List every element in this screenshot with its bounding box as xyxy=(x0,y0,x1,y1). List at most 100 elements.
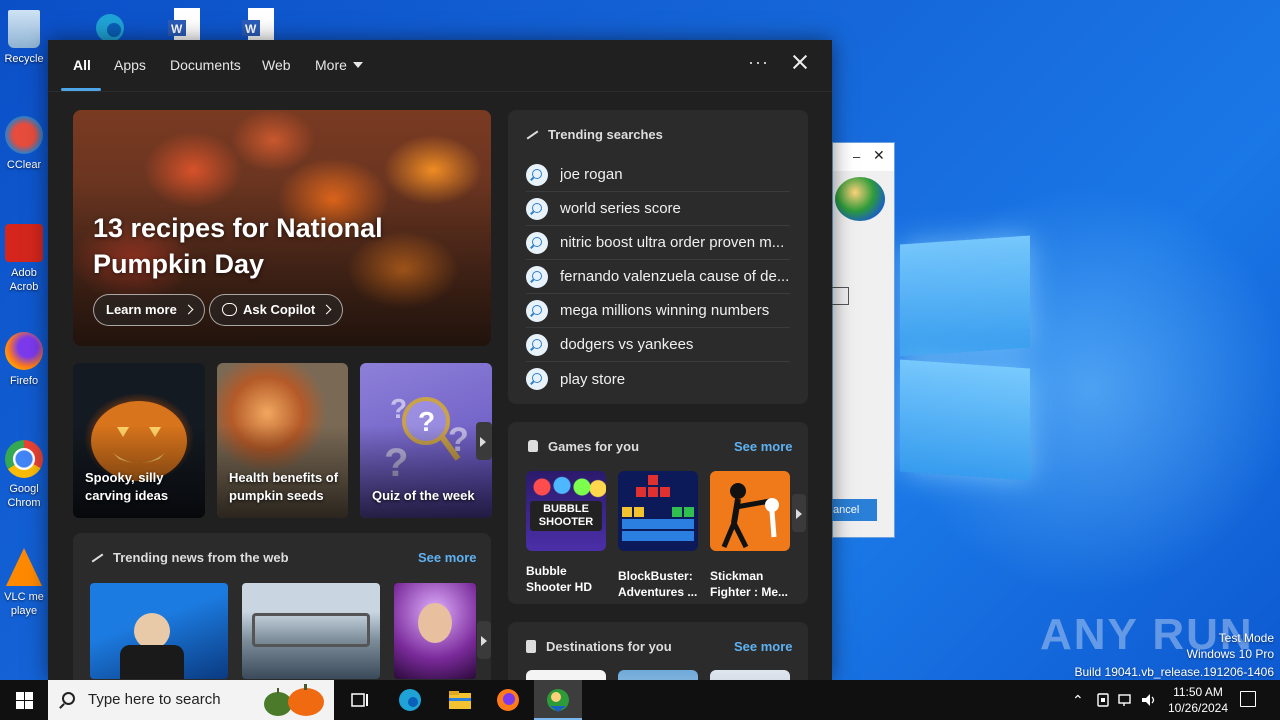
carousel-next-button[interactable] xyxy=(476,422,492,460)
news-image[interactable] xyxy=(90,583,228,679)
pumpkin-day-search-highlight xyxy=(264,684,324,716)
edge-icon[interactable] xyxy=(396,686,424,714)
tab-apps[interactable]: Apps xyxy=(114,57,146,73)
destination-image[interactable] xyxy=(710,670,790,680)
desktop-icon-label: Recycle xyxy=(4,53,44,65)
news-title: Trending news from the web xyxy=(113,550,289,565)
list-item[interactable]: fernando valenzuela cause of de... xyxy=(526,260,790,294)
person-photo-body xyxy=(120,645,184,679)
system-clock[interactable]: 11:50 AM 10/26/2024 xyxy=(1160,684,1236,716)
file-explorer-icon[interactable] xyxy=(446,686,474,714)
device-icon[interactable] xyxy=(1096,692,1112,708)
game-item[interactable]: Stickman Fighter : Me... xyxy=(710,471,790,600)
windows-start-icon xyxy=(25,692,33,700)
desktop-icon-label: VLC me playe xyxy=(4,591,44,617)
destinations-see-more-link[interactable]: See more xyxy=(734,639,793,654)
destinations-card: Destinations for you See more xyxy=(508,622,808,680)
learn-more-button[interactable]: Learn more xyxy=(93,294,205,326)
trending-searches-list: joe rogan world series score nitric boos… xyxy=(526,158,790,396)
bubble-shooter-logo: BUBBLE SHOOTER xyxy=(530,501,602,531)
search-icon xyxy=(62,692,75,705)
more-options-button[interactable]: ··· xyxy=(748,52,769,73)
games-card: Games for you See more BUBBLE SHOOTER Bu… xyxy=(508,422,808,604)
chrome-icon xyxy=(5,440,43,478)
word-document-icon[interactable]: W xyxy=(238,8,278,40)
game-item[interactable]: BUBBLE SHOOTER Bubble Shooter HD xyxy=(526,471,606,595)
search-suggestion: joe rogan xyxy=(560,166,623,183)
tab-more[interactable]: More xyxy=(315,57,363,73)
search-suggestion: dodgers vs yankees xyxy=(560,336,694,353)
taskbar-active-app[interactable] xyxy=(534,680,582,720)
active-tab-indicator xyxy=(61,88,101,91)
trending-searches-card: Trending searches joe rogan world series… xyxy=(508,110,808,404)
dialog-checkbox[interactable] xyxy=(831,287,849,305)
game-name: BlockBuster: Adventures ... xyxy=(618,569,698,599)
destination-image[interactable] xyxy=(526,670,606,680)
desktop-icon-acrobat[interactable]: Adob Acrob xyxy=(0,224,48,294)
chevron-up-icon[interactable]: ⌃ xyxy=(1072,680,1084,720)
notification-icon[interactable] xyxy=(1240,691,1256,707)
news-see-more-link[interactable]: See more xyxy=(418,550,477,565)
taskbar: Type here to search ⌃ 11:50 AM 10/26/202… xyxy=(0,680,1280,720)
desktop-icon-chrome[interactable]: Googl Chrom xyxy=(0,440,48,510)
svg-text:W: W xyxy=(245,22,257,36)
tile-caption: Health benefits of pumpkin seeds xyxy=(229,470,339,503)
minimize-button[interactable]: – xyxy=(853,149,860,164)
list-item[interactable]: joe rogan xyxy=(526,158,790,192)
news-next-button[interactable] xyxy=(477,621,491,659)
tile-pumpkin-seeds[interactable]: Health benefits of pumpkin seeds xyxy=(217,363,348,518)
desktop-icon-recycle-bin[interactable]: Recycle xyxy=(0,10,48,66)
search-icon xyxy=(526,333,548,356)
tile-quiz[interactable]: ? ? ? ? Quiz of the week xyxy=(360,363,492,518)
clock-date: 10/26/2024 xyxy=(1167,701,1229,715)
windows-logo-wallpaper xyxy=(900,235,1030,481)
search-placeholder: Type here to search xyxy=(88,691,221,708)
word-document-icon[interactable]: W xyxy=(164,8,204,40)
task-view-icon[interactable] xyxy=(346,686,374,714)
volume-icon[interactable] xyxy=(1140,692,1158,708)
tab-all[interactable]: All xyxy=(73,57,91,73)
desktop-icon-label: Firefo xyxy=(9,375,39,387)
list-item[interactable]: dodgers vs yankees xyxy=(526,328,790,362)
games-see-more-link[interactable]: See more xyxy=(734,439,793,454)
games-next-button[interactable] xyxy=(792,494,806,532)
hero-card[interactable]: 13 recipes for National Pumpkin Day Lear… xyxy=(73,110,491,346)
start-button[interactable] xyxy=(0,680,48,720)
ask-copilot-button[interactable]: Ask Copilot xyxy=(209,294,344,326)
windows-start-icon xyxy=(16,692,24,700)
search-icon xyxy=(526,368,548,390)
desktop-icon-firefox[interactable]: Firefo xyxy=(0,332,48,388)
list-item[interactable]: nitric boost ultra order proven m... xyxy=(526,226,790,260)
destination-image[interactable] xyxy=(618,670,698,680)
trending-news-card: Trending news from the web See more xyxy=(73,533,491,680)
trending-searches-title: Trending searches xyxy=(548,127,663,142)
news-image[interactable] xyxy=(242,583,380,679)
search-tabs: All Apps Documents Web More ··· xyxy=(48,40,832,92)
list-item[interactable]: play store xyxy=(526,362,790,396)
list-item[interactable]: world series score xyxy=(526,192,790,226)
bridge-debris-photo xyxy=(252,613,370,647)
close-icon[interactable] xyxy=(790,52,810,72)
blockbuster-image xyxy=(618,471,698,551)
tab-web[interactable]: Web xyxy=(262,57,291,73)
chevron-right-icon xyxy=(183,304,194,315)
list-item[interactable]: mega millions winning numbers xyxy=(526,294,790,328)
desktop-icon-vlc[interactable]: VLC me playe xyxy=(0,548,48,618)
edge-icon[interactable] xyxy=(90,8,130,40)
news-heading: Trending news from the web xyxy=(91,550,289,565)
tab-documents[interactable]: Documents xyxy=(170,57,241,73)
desktop-icon-ccleaner[interactable]: CClear xyxy=(0,116,48,172)
network-icon[interactable] xyxy=(1118,692,1134,708)
dialog-titlebar: – ✕ xyxy=(833,143,894,171)
taskbar-search-box[interactable]: Type here to search xyxy=(48,680,334,720)
search-icon xyxy=(526,197,548,220)
chevron-down-icon xyxy=(352,62,363,68)
firefox-icon[interactable] xyxy=(494,686,522,714)
game-name: Stickman Fighter : Me... xyxy=(710,569,788,599)
tile-carving-ideas[interactable]: Spooky, silly carving ideas xyxy=(73,363,205,518)
close-button[interactable]: ✕ xyxy=(873,147,885,164)
game-item[interactable]: BlockBuster: Adventures ... xyxy=(618,471,698,600)
cancel-button[interactable]: ancel xyxy=(831,499,877,521)
search-icon xyxy=(526,265,548,288)
news-image[interactable] xyxy=(394,583,476,679)
